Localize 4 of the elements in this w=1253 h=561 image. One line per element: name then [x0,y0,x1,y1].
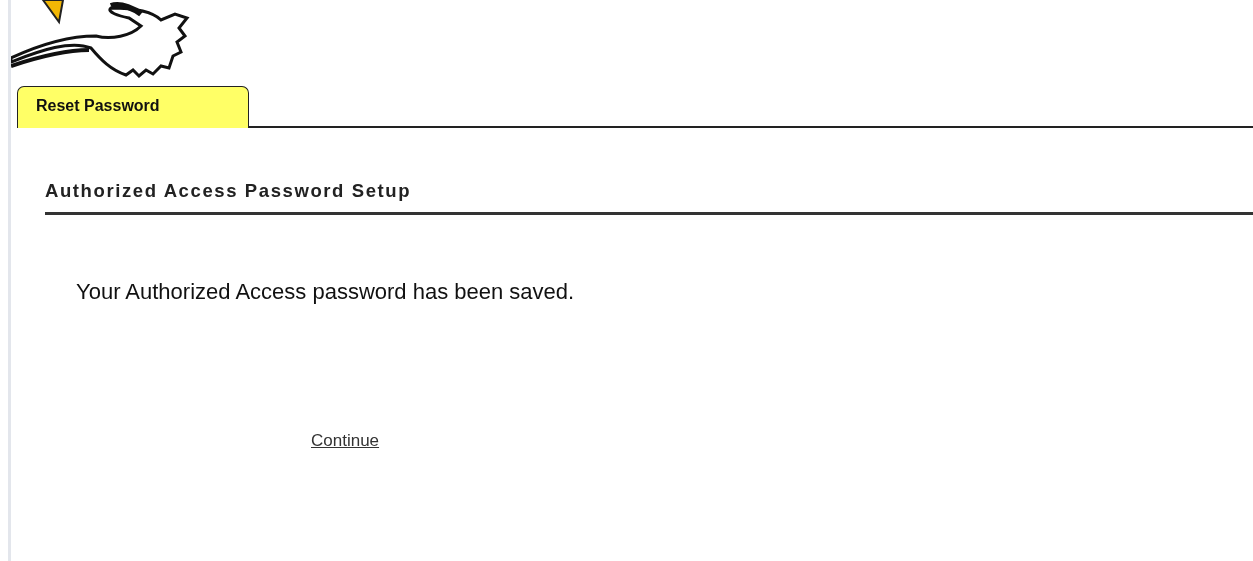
continue-link[interactable]: Continue [311,431,380,451]
tab[interactable]: Reset Password [17,86,249,128]
confirmation-message: Your Authorized Access password has been saved. [76,279,576,305]
section-heading: Authorized Access Password Setup [45,180,1253,215]
